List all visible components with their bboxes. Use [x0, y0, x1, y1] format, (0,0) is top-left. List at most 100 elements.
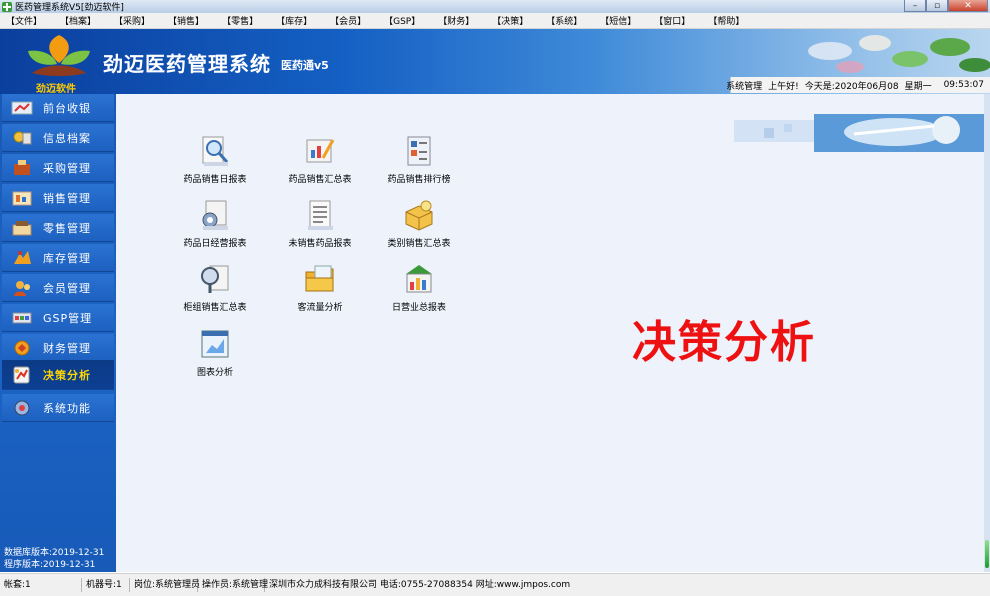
- status-post: 岗位:系统管理员: [130, 578, 200, 592]
- bar-chart-icon: [406, 265, 432, 293]
- purchase-icon: [11, 158, 33, 178]
- menu-help[interactable]: 【帮助】: [702, 14, 748, 27]
- decorative-banner-icon: [734, 114, 984, 152]
- sidebar-item-sales[interactable]: 销售管理: [2, 184, 114, 212]
- chart-window-icon: [201, 330, 229, 358]
- report-label: 日营业总报表: [391, 303, 446, 313]
- current-date: 今天是:2020年06月08: [804, 81, 899, 92]
- gsp-icon: [11, 308, 33, 328]
- sidebar-item-retail[interactable]: 零售管理: [2, 214, 114, 242]
- app-version: 程序版本:2019-12-31: [4, 560, 96, 570]
- report-drug-sales-ranking[interactable]: 药品销售排行榜: [364, 134, 474, 185]
- menu-archive[interactable]: 【档案】: [54, 14, 100, 27]
- vertical-scrollbar[interactable]: [984, 94, 990, 572]
- sidebar: 前台收银 信息档案 采购管理 销售管理 零售管理 库存管理 会员管理 GSP管理…: [0, 94, 116, 572]
- sales-icon: [11, 188, 33, 208]
- sidebar-item-archive[interactable]: 信息档案: [2, 124, 114, 152]
- close-button[interactable]: ✕: [948, 0, 988, 12]
- window-title: 医药管理系统V5[劲迈软件]: [15, 3, 124, 13]
- status-account: 帐套:1: [0, 578, 82, 592]
- status-machine: 机器号:1: [82, 578, 130, 592]
- sidebar-item-label: 会员管理: [43, 281, 91, 295]
- medicine-pills-decoration-icon: [808, 35, 990, 73]
- sidebar-item-label: 采购管理: [43, 161, 91, 175]
- menu-finance[interactable]: 【财务】: [432, 14, 478, 27]
- sidebar-item-label: 前台收银: [43, 101, 91, 115]
- menu-decision[interactable]: 【决策】: [486, 14, 532, 27]
- menu-system[interactable]: 【系统】: [540, 14, 586, 27]
- sidebar-item-finance[interactable]: 财务管理: [2, 334, 114, 362]
- status-operator: 操作员:系统管理: [198, 578, 268, 592]
- pencil-chart-icon: [306, 139, 335, 163]
- report-chart-analysis[interactable]: 图表分析: [160, 327, 270, 378]
- current-weekday: 星期一: [904, 81, 932, 92]
- sidebar-item-label: 系统功能: [43, 401, 91, 415]
- folder-flow-icon: [305, 265, 334, 292]
- sidebar-item-system[interactable]: 系统功能: [2, 394, 114, 422]
- member-icon: [11, 278, 33, 298]
- report-drug-daily-operation[interactable]: 药品日经营报表: [160, 198, 270, 249]
- sidebar-item-cashier[interactable]: 前台收银: [2, 94, 114, 122]
- current-time: 09:53:07: [943, 80, 984, 90]
- status-bar: 帐套:1 机器号:1 岗位:系统管理员 操作员:系统管理 深圳市众力成科技有限公…: [0, 573, 990, 596]
- archive-icon: [11, 128, 33, 148]
- greeting-text: 上午好!: [768, 81, 799, 92]
- header-banner: 劲迈软件 劲迈医药管理系统 医药通v5 系统管理 上午好! 今天是:2020年0…: [0, 29, 990, 94]
- menu-member[interactable]: 【会员】: [324, 14, 370, 27]
- sidebar-item-label: 库存管理: [43, 251, 91, 265]
- scrollbar-thumb[interactable]: [985, 540, 989, 568]
- sidebar-item-label: GSP管理: [43, 311, 93, 325]
- main-panel: 药品销售日报表 药品销售汇总表 药品销售排行榜 药品日经营报表 未销售药品报表 …: [116, 94, 984, 572]
- window-controls: – ▫ ✕: [904, 0, 988, 12]
- status-company: 深圳市众力成科技有限公司 电话:0755-27088354 网址:www.jmp…: [269, 580, 571, 590]
- report-drug-sales-summary[interactable]: 药品销售汇总表: [265, 134, 375, 185]
- menu-file[interactable]: 【文件】: [0, 14, 46, 27]
- report-daily-business-total[interactable]: 日营业总报表: [364, 262, 474, 313]
- sidebar-item-label: 零售管理: [43, 221, 91, 235]
- gear-report-icon: [202, 200, 228, 230]
- menu-window[interactable]: 【窗口】: [648, 14, 694, 27]
- magnifier-report-icon: [202, 136, 229, 166]
- menu-purchase[interactable]: 【采购】: [108, 14, 154, 27]
- menu-inventory[interactable]: 【库存】: [270, 14, 316, 27]
- category-box-icon: [405, 200, 433, 231]
- menu-sms[interactable]: 【短信】: [594, 14, 640, 27]
- header-status-strip: 系统管理 上午好! 今天是:2020年06月08 星期一 09:53:07: [726, 77, 990, 93]
- sidebar-item-label: 决策分析: [43, 368, 91, 382]
- decision-icon: [11, 365, 33, 385]
- sidebar-item-inventory[interactable]: 库存管理: [2, 244, 114, 272]
- report-unsold-drugs[interactable]: 未销售药品报表: [265, 198, 375, 249]
- report-counter-group-sales[interactable]: 柜组销售汇总表: [160, 262, 270, 313]
- menu-sales[interactable]: 【销售】: [162, 14, 208, 27]
- menu-retail[interactable]: 【零售】: [216, 14, 262, 27]
- app-subtitle: 医药通v5: [281, 59, 329, 72]
- report-label: 客流量分析: [297, 303, 343, 313]
- menu-bar: 【文件】 【档案】 【采购】 【销售】 【零售】 【库存】 【会员】 【GSP】…: [0, 13, 990, 29]
- retail-icon: [11, 218, 33, 238]
- sidebar-item-decision[interactable]: 决策分析: [2, 360, 114, 390]
- minimize-button[interactable]: –: [904, 0, 926, 12]
- report-category-sales-summary[interactable]: 类别销售汇总表: [364, 198, 474, 249]
- menu-gsp[interactable]: 【GSP】: [378, 14, 424, 27]
- report-label: 未销售药品报表: [288, 239, 352, 249]
- maximize-button[interactable]: ▫: [926, 0, 948, 12]
- page-title: 决策分析: [632, 317, 816, 368]
- report-drug-sales-daily[interactable]: 药品销售日报表: [160, 134, 270, 185]
- sidebar-item-label: 销售管理: [43, 191, 91, 205]
- sidebar-item-gsp[interactable]: GSP管理: [2, 304, 114, 332]
- counter-group-icon: [201, 265, 229, 293]
- sidebar-item-purchase[interactable]: 采购管理: [2, 154, 114, 182]
- current-user: 系统管理: [726, 81, 763, 92]
- report-label: 药品日经营报表: [183, 239, 247, 249]
- cashier-icon: [11, 98, 33, 118]
- inventory-icon: [11, 248, 33, 268]
- sidebar-item-member[interactable]: 会员管理: [2, 274, 114, 302]
- report-label: 药品销售排行榜: [387, 175, 451, 185]
- window-title-bar: 医药管理系统V5[劲迈软件] – ▫ ✕: [0, 0, 990, 13]
- document-list-icon: [308, 200, 333, 230]
- logo-text: 劲迈软件: [36, 84, 76, 94]
- report-label: 柜组销售汇总表: [183, 303, 247, 313]
- report-customer-flow[interactable]: 客流量分析: [265, 262, 375, 313]
- finance-icon: [11, 338, 33, 358]
- report-label: 类别销售汇总表: [387, 239, 451, 249]
